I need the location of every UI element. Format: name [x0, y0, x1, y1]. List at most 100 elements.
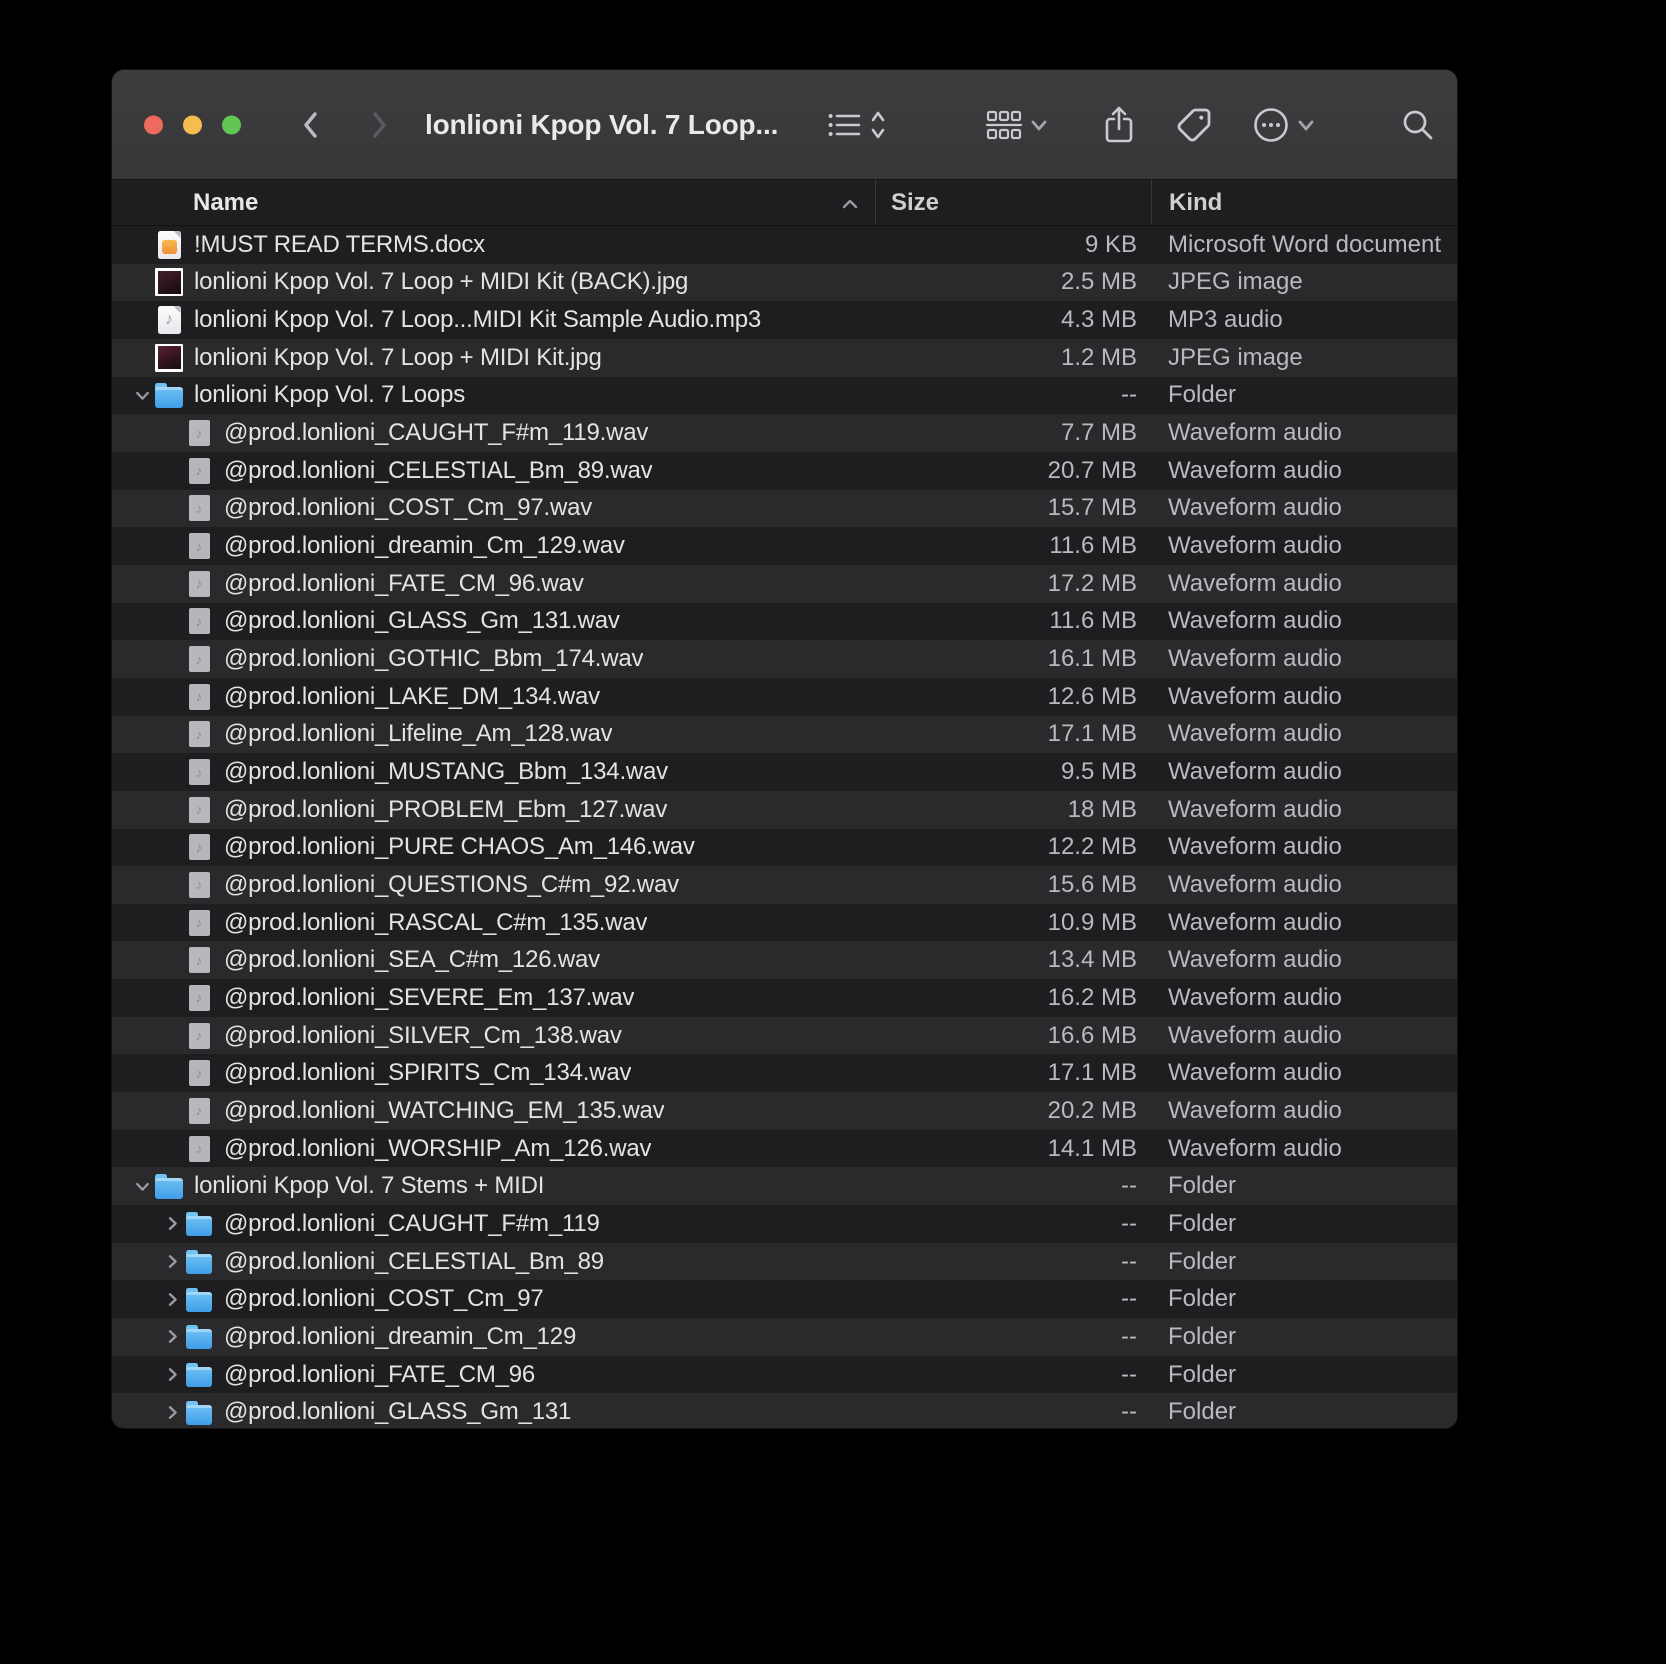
table-row[interactable]: ♪ @prod.lonlioni_SILVER_Cm_138.wav 16.6 MB…	[112, 1016, 1457, 1055]
file-size: 4.3 MB	[1060, 306, 1137, 334]
chevron-down-icon[interactable]	[130, 388, 154, 403]
wav-file-icon: ♪	[184, 908, 214, 938]
chevron-down-icon	[1298, 120, 1314, 130]
chevron-right-icon[interactable]	[160, 1329, 184, 1344]
file-size: --	[1121, 1398, 1137, 1426]
table-row[interactable]: ♪ @prod.lonlioni_SEA_C#m_126.wav 13.4 MB Wa…	[112, 941, 1457, 980]
chevron-right-icon[interactable]	[160, 1405, 184, 1420]
file-size: 16.1 MB	[1047, 645, 1137, 673]
table-row[interactable]: ♪ @prod.lonlioni_WATCHING_EM_135.wav 20.2 …	[112, 1092, 1457, 1130]
table-row[interactable]: ♪ @prod.lonlioni_QUESTIONS_C#m_92.wav 15.6…	[112, 866, 1457, 904]
column-header-name-label: Name	[193, 188, 259, 216]
file-size: --	[1121, 1209, 1137, 1237]
file-name: @prod.lonlioni_MUSTANG_Bbm_134.wav	[224, 758, 668, 786]
sort-ascending-icon	[841, 189, 859, 217]
file-name: @prod.lonlioni_CELESTIAL_Bm_89	[224, 1247, 604, 1275]
file-size: 13.4 MB	[1047, 946, 1137, 974]
column-header-name[interactable]: Name	[112, 180, 875, 225]
file-name: lonlioni Kpop Vol. 7 Stems + MIDI	[194, 1172, 545, 1200]
file-size: 17.1 MB	[1047, 720, 1137, 748]
file-kind: JPEG image	[1168, 268, 1303, 296]
table-row[interactable]: @prod.lonlioni_FATE_CM_96 -- Folder	[112, 1355, 1457, 1394]
table-row[interactable]: @prod.lonlioni_dreamin_Cm_129 -- Folder	[112, 1318, 1457, 1356]
table-row[interactable]: @prod.lonlioni_CELESTIAL_Bm_89 -- Folder	[112, 1242, 1457, 1281]
table-row[interactable]: ♪ @prod.lonlioni_CELESTIAL_Bm_89.wav 20.7 …	[112, 451, 1457, 490]
file-size: 18 MB	[1067, 795, 1137, 823]
file-name: @prod.lonlioni_WATCHING_EM_135.wav	[224, 1096, 665, 1124]
wav-file-icon: ♪	[184, 795, 214, 825]
table-row[interactable]: ♪ @prod.lonlioni_LAKE_DM_134.wav 12.6 MB Wa…	[112, 677, 1457, 716]
table-row[interactable]: ♪ @prod.lonlioni_SEVERE_Em_137.wav 16.2 MB…	[112, 979, 1457, 1017]
file-size: --	[1121, 381, 1137, 409]
file-kind: Waveform audio	[1168, 983, 1342, 1011]
chevron-right-icon[interactable]	[160, 1367, 184, 1382]
file-size: 10.9 MB	[1047, 908, 1137, 936]
file-name: @prod.lonlioni_GLASS_Gm_131.wav	[224, 607, 620, 635]
table-row[interactable]: @prod.lonlioni_COST_Cm_97 -- Folder	[112, 1280, 1457, 1319]
forward-button[interactable]	[368, 108, 390, 142]
table-row[interactable]: ♪ @prod.lonlioni_PURE CHAOS_Am_146.wav 12.…	[112, 828, 1457, 867]
wav-file-icon: ♪	[184, 569, 214, 599]
window-title: lonlioni Kpop Vol. 7 Loop...	[425, 108, 779, 140]
table-row[interactable]: ♪ lonlioni Kpop Vol. 7 Loop...MIDI Kit Sa…	[112, 301, 1457, 339]
file-size: 11.6 MB	[1049, 532, 1137, 560]
wav-file-icon: ♪	[184, 1058, 214, 1088]
chevron-right-icon[interactable]	[160, 1216, 184, 1231]
table-row[interactable]: ♪ @prod.lonlioni_CAUGHT_F#m_119.wav 7.7 MB…	[112, 414, 1457, 452]
table-row[interactable]: !MUST READ TERMS.docx 9 KB Microsoft Word …	[112, 226, 1457, 264]
table-row[interactable]: lonlioni Kpop Vol. 7 Loop + MIDI Kit.jpg…	[112, 338, 1457, 377]
close-button[interactable]	[144, 115, 163, 134]
tag-button[interactable]	[1174, 105, 1214, 145]
file-kind: Folder	[1168, 1285, 1237, 1313]
file-name: @prod.lonlioni_CAUGHT_F#m_119.wav	[224, 419, 649, 447]
file-name: @prod.lonlioni_SEVERE_Em_137.wav	[224, 983, 635, 1011]
chevron-down-icon[interactable]	[130, 1179, 154, 1194]
table-row[interactable]: lonlioni Kpop Vol. 7 Loops -- Folder	[112, 376, 1457, 415]
back-button[interactable]	[300, 108, 322, 142]
table-row[interactable]: @prod.lonlioni_GLASS_Gm_131 -- Folder	[112, 1393, 1457, 1428]
file-kind: Waveform audio	[1168, 419, 1342, 447]
file-kind: Waveform audio	[1168, 870, 1342, 898]
file-size: 17.1 MB	[1047, 1059, 1137, 1087]
table-row[interactable]: @prod.lonlioni_CAUGHT_F#m_119 -- Folder	[112, 1205, 1457, 1243]
zoom-button[interactable]	[222, 115, 241, 134]
minimize-button[interactable]	[183, 115, 202, 134]
file-size: 9.5 MB	[1060, 758, 1137, 786]
file-name: @prod.lonlioni_SPIRITS_Cm_134.wav	[224, 1059, 632, 1087]
file-kind: Waveform audio	[1168, 795, 1342, 823]
file-name: @prod.lonlioni_COST_Cm_97	[224, 1285, 544, 1313]
table-row[interactable]: ♪ @prod.lonlioni_GLASS_Gm_131.wav 11.6 MB W…	[112, 602, 1457, 641]
table-row[interactable]: ♪ @prod.lonlioni_WORSHIP_Am_126.wav 14.1 M…	[112, 1129, 1457, 1168]
wav-file-icon: ♪	[184, 1021, 214, 1051]
table-row[interactable]: ♪ @prod.lonlioni_dreamin_Cm_129.wav 11.6 M…	[112, 527, 1457, 565]
file-name: @prod.lonlioni_SEA_C#m_126.wav	[224, 946, 600, 974]
table-row[interactable]: ♪ @prod.lonlioni_Lifeline_Am_128.wav 17.1 …	[112, 715, 1457, 754]
table-row[interactable]: ♪ @prod.lonlioni_COST_Cm_97.wav 15.7 MB Wav…	[112, 489, 1457, 528]
table-row[interactable]: ♪ @prod.lonlioni_RASCAL_C#m_135.wav 10.9 M…	[112, 903, 1457, 942]
chevron-right-icon[interactable]	[160, 1292, 184, 1307]
more-actions-button[interactable]	[1252, 106, 1315, 144]
view-options-button[interactable]	[827, 108, 886, 142]
mp3-file-icon: ♪	[154, 305, 184, 335]
file-size: 14.1 MB	[1047, 1134, 1137, 1162]
table-row[interactable]: ♪ @prod.lonlioni_FATE_CM_96.wav 17.2 MB Wav…	[112, 564, 1457, 603]
wav-file-icon: ♪	[184, 493, 214, 523]
file-size: --	[1121, 1322, 1137, 1350]
table-row[interactable]: ♪ @prod.lonlioni_PROBLEM_Ebm_127.wav 18 MB…	[112, 790, 1457, 829]
column-header-kind[interactable]: Kind	[1151, 180, 1457, 225]
chevron-right-icon[interactable]	[160, 1254, 184, 1269]
group-by-button[interactable]	[985, 108, 1048, 142]
table-row[interactable]: ♪ @prod.lonlioni_MUSTANG_Bbm_134.wav 9.5 M…	[112, 753, 1457, 791]
wav-file-icon: ♪	[184, 870, 214, 900]
share-button[interactable]	[1102, 105, 1136, 145]
table-row[interactable]: ♪ @prod.lonlioni_GOTHIC_Bbm_174.wav 16.1 M…	[112, 640, 1457, 678]
table-row[interactable]: lonlioni Kpop Vol. 7 Stems + MIDI -- Folde…	[112, 1167, 1457, 1206]
table-row[interactable]: ♪ @prod.lonlioni_SPIRITS_Cm_134.wav 17.1 M…	[112, 1054, 1457, 1093]
file-name: @prod.lonlioni_RASCAL_C#m_135.wav	[224, 908, 648, 936]
table-row[interactable]: lonlioni Kpop Vol. 7 Loop + MIDI Kit (BA…	[112, 263, 1457, 302]
wav-file-icon: ♪	[184, 531, 214, 561]
file-name: @prod.lonlioni_COST_Cm_97.wav	[224, 494, 593, 522]
file-name: @prod.lonlioni_FATE_CM_96	[224, 1360, 536, 1388]
column-header-size[interactable]: Size	[875, 180, 1151, 225]
search-button[interactable]	[1400, 107, 1436, 143]
